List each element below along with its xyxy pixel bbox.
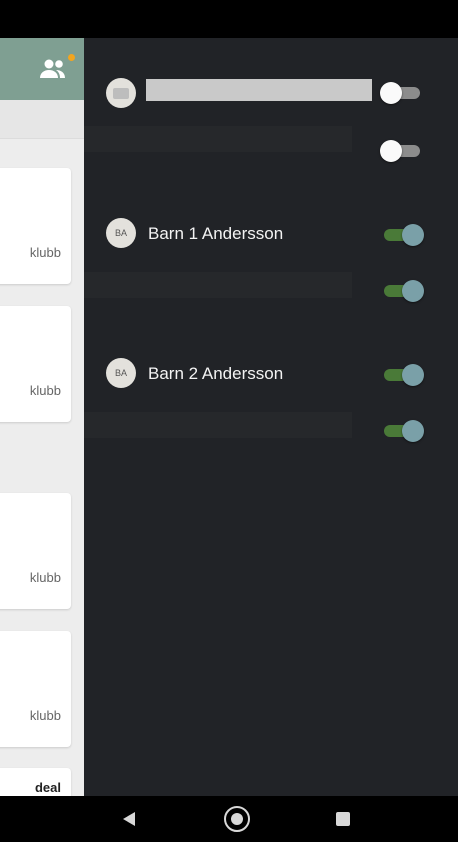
- avatar: BA: [106, 358, 136, 388]
- background-card[interactable]: deal: [0, 768, 71, 796]
- app-subbar: [0, 100, 84, 139]
- status-bar: [0, 0, 458, 38]
- background-app: klubb klubb klubb klubb deal: [0, 38, 84, 796]
- background-card[interactable]: klubb: [0, 306, 71, 422]
- sub-toggle[interactable]: [380, 418, 424, 444]
- recents-icon[interactable]: [336, 812, 350, 826]
- sub-row: [84, 126, 352, 152]
- notification-dot: [68, 54, 75, 61]
- profile-toggle[interactable]: [380, 222, 424, 248]
- card-label: klubb: [29, 570, 61, 585]
- redacted-name: [146, 79, 372, 101]
- card-label: klubb: [29, 383, 61, 398]
- sub-row: [84, 412, 352, 438]
- toggle-thumb: [380, 140, 402, 162]
- people-icon[interactable]: [38, 58, 68, 80]
- toggle-thumb: [402, 420, 424, 442]
- toggle-thumb: [380, 82, 402, 104]
- toggle-thumb: [402, 280, 424, 302]
- toggle-thumb: [402, 364, 424, 386]
- sub-toggle[interactable]: [380, 278, 424, 304]
- profile-row-barn-1: BA Barn 1 Andersson: [84, 216, 458, 316]
- background-card[interactable]: klubb: [0, 493, 71, 609]
- toggle-thumb: [402, 224, 424, 246]
- home-icon[interactable]: [224, 806, 250, 832]
- profile-toggle[interactable]: [380, 362, 424, 388]
- app-topbar: [0, 38, 84, 100]
- profile-drawer: BA Barn 1 Andersson BA Barn 2 Andersson: [84, 38, 458, 796]
- profile-toggle[interactable]: [380, 80, 424, 106]
- background-card[interactable]: klubb: [0, 168, 71, 284]
- profile-name: Barn 1 Andersson: [148, 224, 284, 243]
- profile-name: Barn 2 Andersson: [148, 364, 284, 383]
- avatar: [106, 78, 136, 108]
- sub-row: [84, 272, 352, 298]
- background-card[interactable]: klubb: [0, 631, 71, 747]
- back-icon[interactable]: [122, 811, 136, 827]
- avatar-placeholder: [113, 87, 129, 99]
- profile-row-barn-2: BA Barn 2 Andersson: [84, 356, 458, 456]
- navigation-bar: [0, 796, 458, 842]
- card-label: deal: [34, 780, 61, 795]
- sub-toggle[interactable]: [380, 138, 424, 164]
- avatar: BA: [106, 218, 136, 248]
- card-label: klubb: [29, 245, 61, 260]
- profile-row-parent: [84, 76, 458, 176]
- card-label: klubb: [29, 708, 61, 723]
